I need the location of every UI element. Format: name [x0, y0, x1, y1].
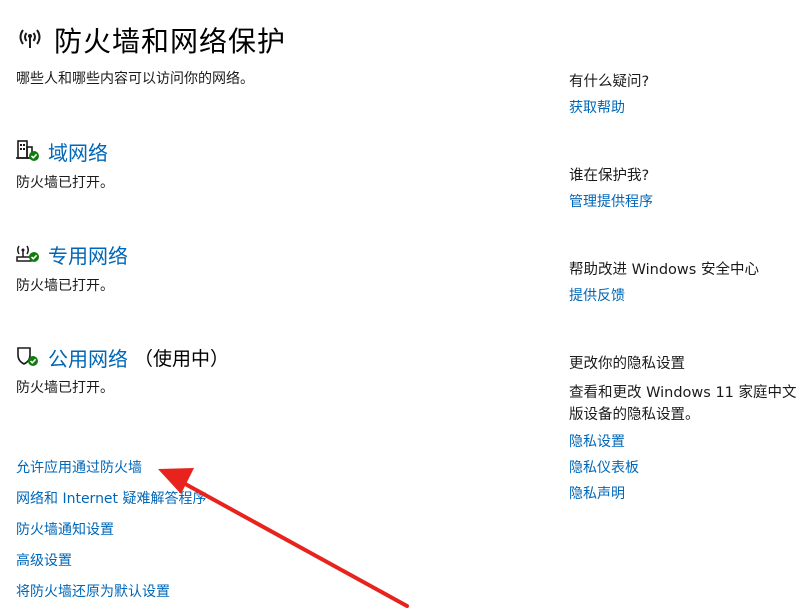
domain-network-icon	[16, 139, 40, 163]
page-title: 防火墙和网络保护	[54, 25, 287, 58]
improve-security-heading: 帮助改进 Windows 安全中心	[569, 262, 759, 278]
private-network-status: 防火墙已打开。	[16, 278, 114, 294]
public-network-in-use-label: （使用中）	[134, 348, 230, 370]
who-protects-heading: 谁在保护我?	[569, 168, 650, 184]
network-troubleshooter-link[interactable]: 网络和 Internet 疑难解答程序	[16, 488, 207, 508]
public-network-icon	[16, 345, 40, 369]
privacy-description: 查看和更改 Windows 11 家庭中文版设备的隐私设置。	[569, 385, 797, 423]
firewall-notification-settings-link[interactable]: 防火墙通知设置	[16, 519, 114, 539]
privacy-settings-link[interactable]: 隐私设置	[569, 431, 625, 451]
private-network-icon	[16, 242, 40, 266]
help-heading: 有什么疑问?	[569, 74, 650, 90]
manage-providers-link[interactable]: 管理提供程序	[569, 191, 653, 211]
privacy-heading: 更改你的隐私设置	[569, 356, 685, 372]
wifi-antenna-icon	[16, 26, 44, 50]
private-network-link[interactable]: 专用网络	[48, 240, 128, 269]
privacy-statement-link[interactable]: 隐私声明	[569, 483, 625, 503]
red-annotation-arrow	[158, 468, 409, 608]
domain-network-status: 防火墙已打开。	[16, 175, 114, 191]
allow-app-through-firewall-link[interactable]: 允许应用通过防火墙	[16, 457, 142, 477]
get-help-link[interactable]: 获取帮助	[569, 97, 625, 117]
public-network-status: 防火墙已打开。	[16, 380, 114, 396]
page-subtitle: 哪些人和哪些内容可以访问你的网络。	[16, 71, 254, 87]
give-feedback-link[interactable]: 提供反馈	[569, 285, 625, 305]
privacy-dashboard-link[interactable]: 隐私仪表板	[569, 457, 639, 477]
domain-network-link[interactable]: 域网络	[48, 137, 108, 166]
restore-firewall-defaults-link[interactable]: 将防火墙还原为默认设置	[16, 581, 170, 601]
advanced-settings-link[interactable]: 高级设置	[16, 550, 72, 570]
public-network-link[interactable]: 公用网络	[48, 343, 128, 372]
